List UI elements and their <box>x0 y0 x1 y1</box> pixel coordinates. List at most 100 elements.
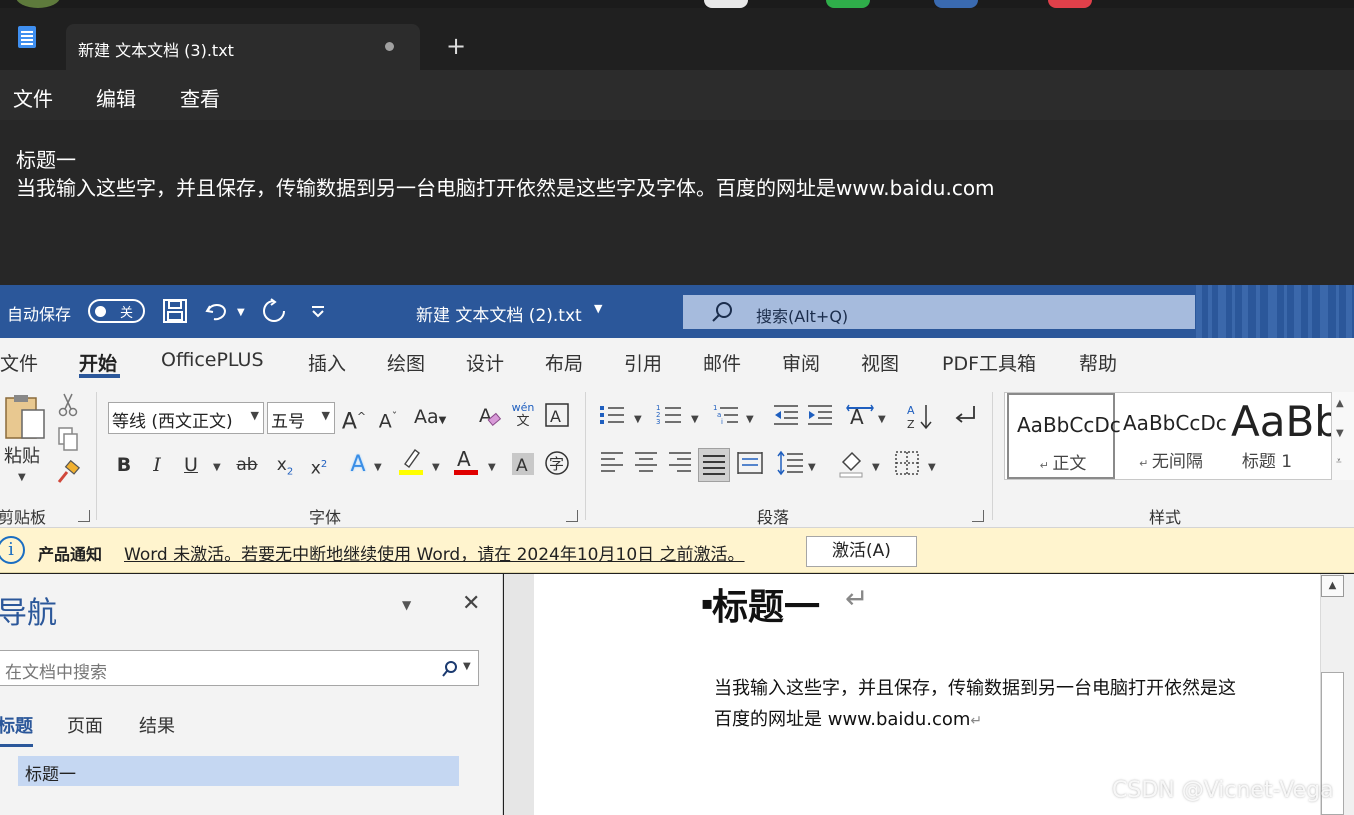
font-color-dropdown-icon[interactable]: ▼ <box>488 462 496 473</box>
tab-layout[interactable]: 布局 <box>545 349 583 376</box>
strikethrough-icon[interactable]: ab <box>233 450 261 480</box>
scroll-up-icon[interactable]: ▲ <box>1321 575 1344 597</box>
shrink-font-icon[interactable]: Aˇ <box>374 402 402 432</box>
superscript-icon[interactable]: x2 <box>305 450 333 480</box>
text-effects-icon[interactable]: A <box>344 450 372 480</box>
style-no-spacing[interactable]: AaBbCcDc ↵ 无间隔 <box>1117 393 1227 479</box>
text-effects-dropdown-icon[interactable]: ▼ <box>374 462 382 473</box>
close-icon[interactable]: ✕ <box>462 591 480 616</box>
sort-icon[interactable]: AZ <box>906 402 934 432</box>
notepad-text-area[interactable]: 标题一 当我输入这些字，并且保存，传输数据到另一台电脑打开依然是这些字及字体。百度… <box>16 146 995 202</box>
bullets-icon[interactable] <box>598 402 626 432</box>
italic-icon[interactable]: I <box>143 450 171 480</box>
char-border-icon[interactable]: A <box>543 402 571 432</box>
borders-dropdown-icon[interactable]: ▼ <box>928 462 936 473</box>
menu-edit[interactable]: 编辑 <box>96 83 136 112</box>
unsaved-dot-icon[interactable] <box>385 42 394 51</box>
line-spacing-icon[interactable] <box>776 450 804 480</box>
nav-options-icon[interactable]: ▼ <box>402 598 411 612</box>
taskbar-app-icon[interactable] <box>826 0 870 8</box>
bold-icon[interactable]: B <box>110 450 138 480</box>
multilevel-dropdown-icon[interactable]: ▼ <box>746 414 754 425</box>
numbering-dropdown-icon[interactable]: ▼ <box>691 414 699 425</box>
style-normal[interactable]: AaBbCcDc ↵ 正文 <box>1007 393 1121 479</box>
change-case-icon[interactable]: Aa▼ <box>414 402 454 432</box>
shading-dropdown-icon[interactable]: ▼ <box>872 462 880 473</box>
align-right-icon[interactable] <box>666 450 694 480</box>
chevron-down-icon[interactable]: ▼ <box>594 302 602 315</box>
show-marks-icon[interactable] <box>950 402 978 432</box>
nav-heading-item[interactable]: 标题一 <box>18 756 459 786</box>
undo-icon[interactable] <box>204 298 230 324</box>
tab-pdf-tools[interactable]: PDF工具箱 <box>942 349 1036 376</box>
copy-icon[interactable] <box>54 426 82 456</box>
taskbar-app-icon[interactable] <box>704 0 748 8</box>
taskbar-app-icon[interactable] <box>1048 0 1092 8</box>
bullets-dropdown-icon[interactable]: ▼ <box>634 414 642 425</box>
nav-tab-headings[interactable]: 标题 <box>0 712 33 738</box>
increase-indent-icon[interactable] <box>806 402 834 432</box>
highlight-dropdown-icon[interactable]: ▼ <box>432 462 440 473</box>
tab-officeplus[interactable]: OfficePLUS <box>161 349 264 371</box>
underline-icon[interactable]: U <box>177 450 205 480</box>
menu-view[interactable]: 查看 <box>180 83 220 112</box>
align-center-icon[interactable] <box>632 450 660 480</box>
tab-design[interactable]: 设计 <box>466 349 504 376</box>
tab-draw[interactable]: 绘图 <box>387 349 425 376</box>
paste-dropdown-icon[interactable]: ▼ <box>18 472 26 483</box>
new-tab-button[interactable]: + <box>446 34 466 58</box>
nav-search-input[interactable]: 在文档中搜索 ▼ <box>0 650 479 686</box>
paste-button[interactable]: 粘贴 <box>4 442 40 468</box>
format-painter-icon[interactable] <box>54 459 82 490</box>
tab-help[interactable]: 帮助 <box>1079 349 1117 376</box>
tab-references[interactable]: 引用 <box>624 349 662 376</box>
align-left-icon[interactable] <box>598 450 626 480</box>
taskbar-app-icon[interactable] <box>934 0 978 8</box>
nav-tab-results[interactable]: 结果 <box>139 712 175 738</box>
tab-insert[interactable]: 插入 <box>308 349 346 376</box>
phonetic-guide-icon[interactable]: wén 文 <box>510 402 536 432</box>
tab-view[interactable]: 视图 <box>861 349 899 376</box>
distribute-icon[interactable] <box>736 450 764 480</box>
subscript-icon[interactable]: x2 <box>271 450 299 480</box>
search-input[interactable]: 搜索(Alt+Q) <box>683 295 1195 329</box>
enclose-char-icon[interactable]: 字 <box>543 450 571 480</box>
taskbar-app-icon[interactable] <box>16 0 60 8</box>
clear-format-icon[interactable]: A <box>476 402 504 432</box>
menu-file[interactable]: 文件 <box>13 83 53 112</box>
style-heading-1[interactable]: AaBb 标题 1 <box>1227 393 1341 479</box>
redo-icon[interactable] <box>261 298 287 324</box>
document-line[interactable]: 百度的网址是 www.baidu.com↵ <box>714 705 982 731</box>
chinese-layout-icon[interactable]: A <box>846 402 874 432</box>
decrease-indent-icon[interactable] <box>772 402 800 432</box>
chevron-down-icon[interactable]: ▼ <box>463 661 471 672</box>
save-icon[interactable] <box>162 298 188 324</box>
tab-mailings[interactable]: 邮件 <box>703 349 741 376</box>
cut-icon[interactable] <box>54 392 82 422</box>
autosave-toggle[interactable]: 关 <box>88 299 145 323</box>
multilevel-list-icon[interactable]: 1ai <box>712 402 740 432</box>
expand-gallery-icon[interactable]: ⩡ <box>1336 456 1342 467</box>
tab-file[interactable]: 文件 <box>0 349 38 376</box>
document-line[interactable]: 当我输入这些字，并且保存，传输数据到另一台电脑打开依然是这 <box>714 674 1236 700</box>
font-launcher-icon[interactable] <box>566 510 578 522</box>
grow-font-icon[interactable]: A^ <box>340 402 368 434</box>
font-name-select[interactable]: 等线 (西文正文) ▼ <box>108 402 264 434</box>
highlight-icon[interactable] <box>397 446 425 476</box>
document-title[interactable]: 新建 文本文档 (2).txt <box>416 301 582 326</box>
numbering-icon[interactable]: 123 <box>655 402 683 432</box>
underline-dropdown-icon[interactable]: ▼ <box>213 462 221 473</box>
justify-icon[interactable] <box>698 448 730 482</box>
borders-icon[interactable] <box>893 450 921 480</box>
chevron-up-icon[interactable]: ▲ <box>1336 398 1344 409</box>
chevron-down-icon[interactable]: ▼ <box>1336 428 1344 439</box>
tab-review[interactable]: 审阅 <box>782 349 820 376</box>
shading-icon[interactable] <box>838 448 866 478</box>
customize-qat-icon[interactable] <box>305 298 331 324</box>
paragraph-launcher-icon[interactable] <box>972 510 984 522</box>
chinese-layout-dropdown-icon[interactable]: ▼ <box>878 414 886 425</box>
font-color-icon[interactable]: A <box>452 446 480 476</box>
paste-icon[interactable] <box>2 394 48 444</box>
activate-button[interactable]: 激活(A) <box>806 536 917 567</box>
font-size-select[interactable]: 五号 ▼ <box>267 402 335 434</box>
